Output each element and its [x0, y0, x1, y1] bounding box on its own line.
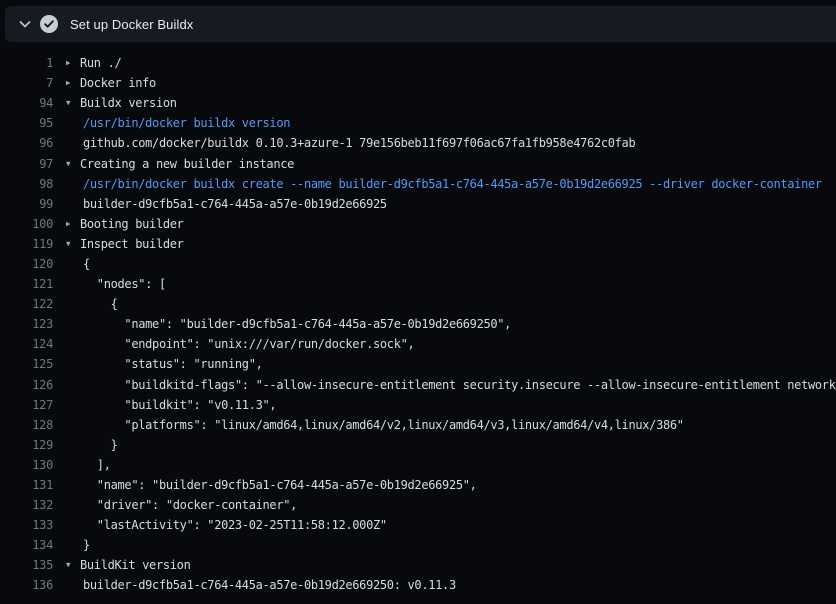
log-row: 127 "buildkit": "v0.11.3",: [0, 395, 836, 415]
log-row[interactable]: 119 ▼ Inspect builder: [0, 234, 836, 254]
log-text: {: [83, 257, 90, 271]
log-row: 121 "nodes": [: [0, 274, 836, 294]
line-number[interactable]: 120: [0, 257, 53, 271]
chevron-down-icon[interactable]: [17, 16, 33, 32]
line-number[interactable]: 125: [0, 357, 53, 371]
log-row: 95 /usr/bin/docker buildx version: [0, 113, 836, 133]
log-row: 134 }: [0, 535, 836, 555]
log-row: 133 "lastActivity": "2023-02-25T11:58:12…: [0, 515, 836, 535]
log-row: 125 "status": "running",: [0, 354, 836, 374]
line-number[interactable]: 99: [0, 197, 53, 211]
log-row: 124 "endpoint": "unix:///var/run/docker.…: [0, 334, 836, 354]
group-toggle-icon[interactable]: ▼: [66, 154, 76, 174]
log-row: 96 github.com/docker/buildx 0.10.3+azure…: [0, 133, 836, 153]
log-text: github.com/docker/buildx 0.10.3+azure-1 …: [83, 136, 635, 150]
line-number[interactable]: 122: [0, 297, 53, 311]
log-text: "buildkitd-flags": "--allow-insecure-ent…: [83, 378, 836, 392]
line-number[interactable]: 135: [0, 558, 53, 572]
log-row: 120 {: [0, 254, 836, 274]
line-number[interactable]: 96: [0, 136, 53, 150]
line-number[interactable]: 97: [0, 157, 53, 171]
log-text: /usr/bin/docker buildx version: [83, 116, 290, 130]
log-row: 98 /usr/bin/docker buildx create --name …: [0, 174, 836, 194]
log-text: ],: [83, 458, 111, 472]
log-row[interactable]: 97 ▼ Creating a new builder instance: [0, 153, 836, 173]
line-number[interactable]: 131: [0, 478, 53, 492]
group-toggle-icon[interactable]: ▼: [66, 93, 76, 113]
line-number[interactable]: 123: [0, 317, 53, 331]
log-row[interactable]: 1 ▶ Run ./: [0, 53, 836, 73]
group-toggle-icon[interactable]: ▼: [66, 555, 76, 575]
log-text: builder-d9cfb5a1-c764-445a-a57e-0b19d2e6…: [83, 197, 387, 211]
group-toggle-icon[interactable]: ▼: [66, 234, 76, 254]
log-row[interactable]: 100 ▶ Booting builder: [0, 214, 836, 234]
log-row: 128 "platforms": "linux/amd64,linux/amd6…: [0, 415, 836, 435]
group-toggle-icon[interactable]: ▶: [66, 53, 76, 73]
log-text: "status": "running",: [83, 357, 263, 371]
line-number[interactable]: 1: [0, 56, 53, 70]
log-row: 99 builder-d9cfb5a1-c764-445a-a57e-0b19d…: [0, 194, 836, 214]
log-text: }: [83, 538, 90, 552]
line-number[interactable]: 124: [0, 337, 53, 351]
log-text: "platforms": "linux/amd64,linux/amd64/v2…: [83, 418, 684, 432]
line-number[interactable]: 134: [0, 538, 53, 552]
group-toggle-icon[interactable]: ▶: [66, 214, 76, 234]
step-header[interactable]: Set up Docker Buildx: [5, 6, 836, 42]
line-number[interactable]: 7: [0, 76, 53, 90]
log-row: 136 builder-d9cfb5a1-c764-445a-a57e-0b19…: [0, 575, 836, 595]
line-number[interactable]: 121: [0, 277, 53, 291]
group-title[interactable]: Creating a new builder instance: [80, 157, 294, 171]
log-row: 122 {: [0, 294, 836, 314]
log-text: "driver": "docker-container",: [83, 498, 297, 512]
line-number[interactable]: 98: [0, 177, 53, 191]
line-number[interactable]: 136: [0, 578, 53, 592]
group-title[interactable]: BuildKit version: [80, 558, 190, 572]
line-number[interactable]: 95: [0, 116, 53, 130]
log-row: 123 "name": "builder-d9cfb5a1-c764-445a-…: [0, 314, 836, 334]
line-number[interactable]: 129: [0, 438, 53, 452]
line-number[interactable]: 100: [0, 217, 53, 231]
log-row[interactable]: 7 ▶ Docker info: [0, 73, 836, 93]
log-text: builder-d9cfb5a1-c764-445a-a57e-0b19d2e6…: [83, 578, 456, 592]
group-toggle-icon[interactable]: ▶: [66, 73, 76, 93]
group-title[interactable]: Docker info: [80, 76, 156, 90]
log-row[interactable]: 135 ▼ BuildKit version: [0, 555, 836, 575]
step-title: Set up Docker Buildx: [70, 17, 193, 32]
line-number[interactable]: 132: [0, 498, 53, 512]
log-row: 126 "buildkitd-flags": "--allow-insecure…: [0, 375, 836, 395]
log-row: 129 }: [0, 435, 836, 455]
group-title[interactable]: Booting builder: [80, 217, 184, 231]
group-title[interactable]: Buildx version: [80, 96, 177, 110]
log-text: "lastActivity": "2023-02-25T11:58:12.000…: [83, 518, 387, 532]
log-text: "nodes": [: [83, 277, 166, 291]
line-number[interactable]: 119: [0, 237, 53, 251]
line-number[interactable]: 130: [0, 458, 53, 472]
log-row: 130 ],: [0, 455, 836, 475]
log-text: /usr/bin/docker buildx create --name bui…: [83, 177, 822, 191]
line-number[interactable]: 133: [0, 518, 53, 532]
log-text: "buildkit": "v0.11.3",: [83, 398, 276, 412]
check-circle-icon: [40, 15, 58, 33]
line-number[interactable]: 128: [0, 418, 53, 432]
log-viewer: 1 ▶ Run ./ 7 ▶ Docker info 94 ▼ Buildx v…: [0, 53, 836, 596]
log-text: }: [83, 438, 118, 452]
line-number[interactable]: 126: [0, 378, 53, 392]
line-number[interactable]: 127: [0, 398, 53, 412]
log-text: "name": "builder-d9cfb5a1-c764-445a-a57e…: [83, 478, 477, 492]
log-text: {: [83, 297, 118, 311]
line-number[interactable]: 94: [0, 96, 53, 110]
log-text: "name": "builder-d9cfb5a1-c764-445a-a57e…: [83, 317, 511, 331]
group-title[interactable]: Run ./: [80, 56, 121, 70]
log-row: 131 "name": "builder-d9cfb5a1-c764-445a-…: [0, 475, 836, 495]
log-row: 132 "driver": "docker-container",: [0, 495, 836, 515]
log-row[interactable]: 94 ▼ Buildx version: [0, 93, 836, 113]
log-text: "endpoint": "unix:///var/run/docker.sock…: [83, 337, 414, 351]
group-title[interactable]: Inspect builder: [80, 237, 184, 251]
